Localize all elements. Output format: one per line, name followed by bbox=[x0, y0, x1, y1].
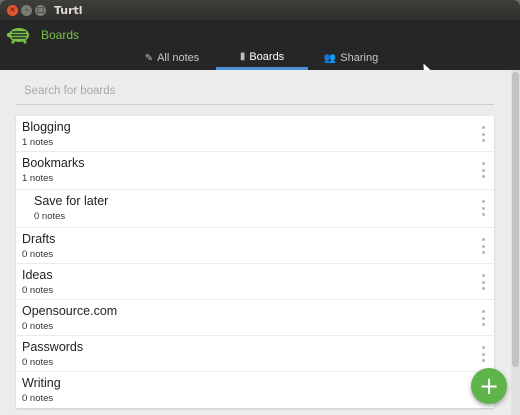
board-name: Blogging bbox=[22, 120, 71, 134]
more-options-icon[interactable] bbox=[480, 346, 486, 362]
tab-all-notes[interactable]: ✎ All notes bbox=[128, 46, 216, 70]
tab-sharing[interactable]: 👥 Sharing bbox=[308, 46, 394, 70]
minimize-window-button[interactable]: – bbox=[21, 4, 32, 16]
title-bar: × – □ Turtl bbox=[0, 0, 520, 20]
board-note-count: 0 notes bbox=[22, 357, 54, 368]
add-icon: + bbox=[478, 372, 500, 400]
board-icon: ▮ bbox=[239, 51, 246, 62]
list-item[interactable]: Opensource.com 0 notes bbox=[16, 300, 494, 336]
tab-boards[interactable]: ▮ Boards bbox=[216, 46, 308, 70]
tab-label: All notes bbox=[157, 52, 200, 64]
list-item[interactable]: Passwords 0 notes bbox=[16, 336, 494, 372]
tab-label: Sharing bbox=[340, 52, 379, 64]
board-note-count: 0 notes bbox=[22, 249, 54, 260]
more-options-icon[interactable] bbox=[480, 126, 486, 142]
board-name: Opensource.com bbox=[22, 304, 118, 318]
scrollbar[interactable] bbox=[511, 70, 520, 415]
board-note-count: 0 notes bbox=[34, 211, 66, 222]
add-board-button[interactable]: + bbox=[471, 368, 507, 404]
nav-tabs: ✎ All notes ▮ Boards 👥 Sharing bbox=[128, 46, 394, 70]
list-item[interactable]: Drafts 0 notes bbox=[16, 228, 494, 264]
boards-content: Blogging 1 notes Bookmarks 1 notes Save … bbox=[0, 70, 520, 415]
more-options-icon[interactable] bbox=[480, 310, 486, 326]
board-note-count: 1 notes bbox=[22, 173, 54, 184]
board-name: Writing bbox=[22, 376, 61, 390]
board-note-count: 1 notes bbox=[22, 137, 54, 148]
scrollbar-thumb[interactable] bbox=[512, 72, 519, 367]
list-item[interactable]: Writing 0 notes bbox=[16, 372, 494, 408]
boards-list: Blogging 1 notes Bookmarks 1 notes Save … bbox=[16, 116, 494, 408]
board-note-count: 0 notes bbox=[22, 393, 54, 404]
board-name: Save for later bbox=[34, 194, 109, 208]
more-options-icon[interactable] bbox=[480, 238, 486, 254]
more-options-icon[interactable] bbox=[480, 274, 486, 290]
app-window: × – □ Turtl Boards ✎ All notes ▮ Boards … bbox=[0, 0, 520, 415]
list-item-child[interactable]: Save for later 0 notes bbox=[16, 190, 494, 228]
board-name: Ideas bbox=[22, 268, 53, 282]
board-name: Drafts bbox=[22, 232, 56, 246]
board-name: Bookmarks bbox=[22, 156, 85, 170]
board-name: Passwords bbox=[22, 340, 84, 354]
list-item[interactable]: Ideas 0 notes bbox=[16, 264, 494, 300]
users-icon: 👥 bbox=[323, 52, 337, 64]
turtle-logo-icon[interactable] bbox=[6, 26, 32, 44]
window-title: Turtl bbox=[54, 3, 83, 17]
more-options-icon[interactable] bbox=[480, 162, 486, 178]
page-title: Boards bbox=[41, 28, 80, 42]
search-input[interactable] bbox=[16, 78, 494, 105]
list-item[interactable]: Bookmarks 1 notes bbox=[16, 152, 494, 190]
notes-icon: ✎ bbox=[144, 52, 154, 64]
list-item[interactable]: Blogging 1 notes bbox=[16, 116, 494, 152]
close-window-button[interactable]: × bbox=[7, 4, 18, 16]
app-header: Boards ✎ All notes ▮ Boards 👥 Sharing bbox=[0, 20, 520, 77]
tab-label: Boards bbox=[249, 50, 285, 63]
board-note-count: 0 notes bbox=[22, 285, 54, 296]
maximize-window-button[interactable]: □ bbox=[35, 4, 46, 16]
board-note-count: 0 notes bbox=[22, 321, 54, 332]
more-options-icon[interactable] bbox=[480, 200, 486, 216]
